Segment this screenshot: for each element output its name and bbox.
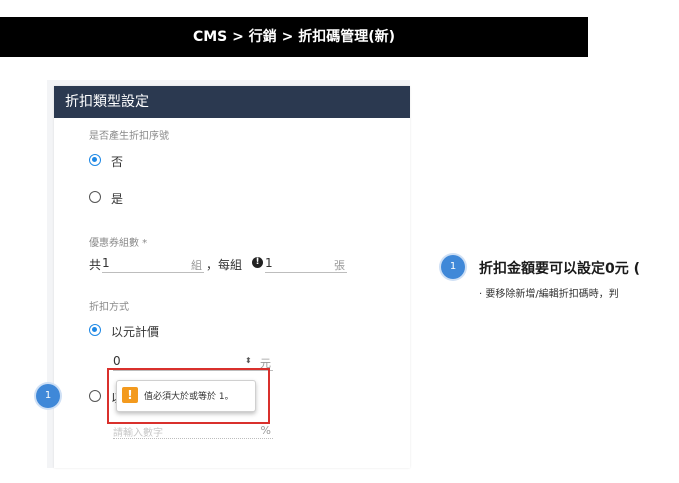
callout-subtitle: · 要移除新增/編輯折扣碼時，判 (479, 289, 619, 300)
card-title: 折扣類型設定 (65, 94, 149, 110)
callout-title: 折扣金額要可以設定0元 ( (479, 261, 641, 277)
radio-amount[interactable] (89, 324, 103, 338)
radio-percent[interactable] (89, 390, 103, 404)
discount-method-label: 折扣方式 (89, 302, 129, 313)
groups-prefix: 共 (89, 258, 102, 272)
group-count-value[interactable]: 1 (102, 256, 110, 270)
info-icon: ! (252, 257, 263, 268)
amount-value[interactable]: 0 (113, 354, 121, 368)
percent-placeholder: 請輸入數字 (113, 428, 163, 439)
callout-badge-left: 1 (36, 384, 60, 408)
per-group-field[interactable]: 1 張 (265, 256, 347, 273)
group-count-unit: 組 (191, 259, 202, 272)
radio-serial-yes-label[interactable]: 是 (111, 190, 123, 207)
highlight-box (107, 368, 270, 424)
groups-label: 優惠券組數 * (89, 238, 148, 249)
stepper-icon[interactable]: ⬍ (245, 356, 252, 365)
serial-label: 是否產生折扣序號 (89, 131, 169, 142)
group-count-field[interactable]: 1 組 (102, 256, 204, 273)
per-group-value[interactable]: 1 (265, 256, 273, 270)
radio-serial-no-circle[interactable] (89, 154, 101, 166)
percent-unit: % (260, 424, 271, 437)
callout-badge-right: 1 (441, 255, 465, 279)
top-title-bar: CMS > 行銷 > 折扣碼管理(新) (0, 17, 588, 57)
per-group-unit: 張 (334, 259, 345, 272)
radio-percent-circle[interactable] (89, 390, 101, 402)
radio-serial-yes[interactable] (89, 191, 103, 205)
per-group-label: ，每組 (206, 258, 243, 272)
percent-input[interactable]: 請輸入數字 % (113, 424, 273, 439)
page-title: CMS > 行銷 > 折扣碼管理(新) (192, 29, 396, 45)
radio-amount-label[interactable]: 以元計價 (111, 323, 159, 340)
radio-serial-no[interactable] (89, 154, 103, 168)
radio-amount-circle[interactable] (89, 324, 101, 336)
radio-serial-no-label[interactable]: 否 (111, 153, 123, 170)
radio-serial-yes-circle[interactable] (89, 191, 101, 203)
